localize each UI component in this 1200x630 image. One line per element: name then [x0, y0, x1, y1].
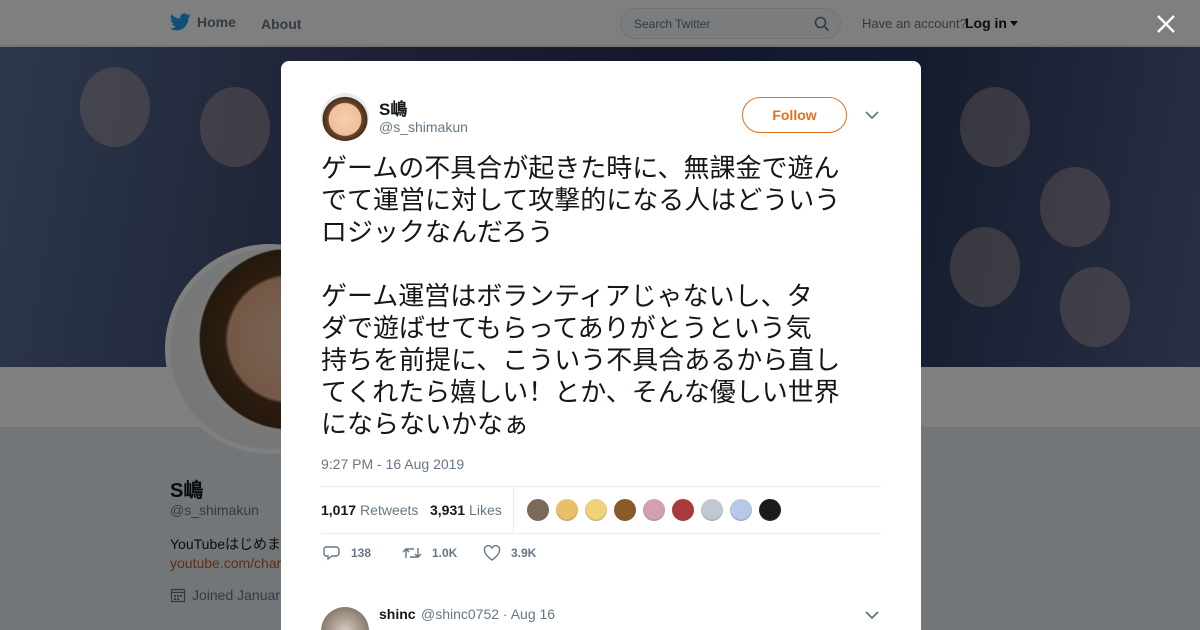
retweet-count: 1.0K [432, 546, 458, 560]
like-count: 3.9K [511, 546, 537, 560]
reply-avatar[interactable] [321, 607, 369, 630]
retweet-action[interactable]: 1.0K [402, 545, 457, 561]
chevron-down-icon[interactable] [864, 608, 880, 622]
reply-meta: @shinc0752 · Aug 16 [421, 606, 556, 622]
stats-divider [513, 487, 514, 533]
reply-icon [323, 546, 340, 561]
author-name[interactable]: S嶋 [379, 95, 407, 120]
author-avatar[interactable] [321, 93, 369, 141]
author-handle[interactable]: @s_shimakun [379, 119, 468, 135]
liker-avatar[interactable] [642, 498, 666, 522]
heart-icon [483, 545, 501, 561]
retweets-count: 1,017 [321, 502, 357, 518]
tweet-timestamp[interactable]: 9:27 PM - 16 Aug 2019 [321, 456, 464, 472]
liker-avatar[interactable] [758, 498, 782, 522]
likes-label: Likes [469, 502, 502, 518]
chevron-down-icon[interactable] [864, 108, 880, 122]
reply-count: 138 [351, 546, 372, 560]
tweet-permalink-modal: S嶋 @s_shimakun Follow ゲームの不具合が起きた時に、無課金で… [281, 61, 921, 630]
retweet-icon [402, 548, 422, 558]
follow-button[interactable]: Follow [742, 97, 847, 133]
tweet-text: ゲームの不具合が起きた時に、無課金で遊ん でて運営に対して攻撃的になる人はどうい… [321, 154, 841, 440]
tweet-actions: 138 1.0K 3.9K [321, 545, 881, 567]
liker-avatar[interactable] [584, 498, 608, 522]
like-action[interactable]: 3.9K [483, 545, 536, 561]
close-icon[interactable] [1155, 13, 1177, 35]
tweet-stats: 1,017 Retweets 3,931 Likes [321, 486, 881, 534]
liker-avatar[interactable] [700, 498, 724, 522]
retweets-stat[interactable]: 1,017 Retweets [321, 502, 418, 518]
liker-avatar[interactable] [613, 498, 637, 522]
liker-avatar[interactable] [671, 498, 695, 522]
liker-avatar[interactable] [526, 498, 550, 522]
likes-stat[interactable]: 3,931 Likes [430, 502, 502, 518]
retweets-label: Retweets [360, 502, 419, 518]
liker-avatars [526, 498, 782, 522]
reply-author-name[interactable]: shinc [379, 606, 416, 622]
reply-action[interactable]: 138 [323, 545, 371, 561]
liker-avatar[interactable] [729, 498, 753, 522]
liker-avatar[interactable] [555, 498, 579, 522]
likes-count: 3,931 [430, 502, 466, 518]
